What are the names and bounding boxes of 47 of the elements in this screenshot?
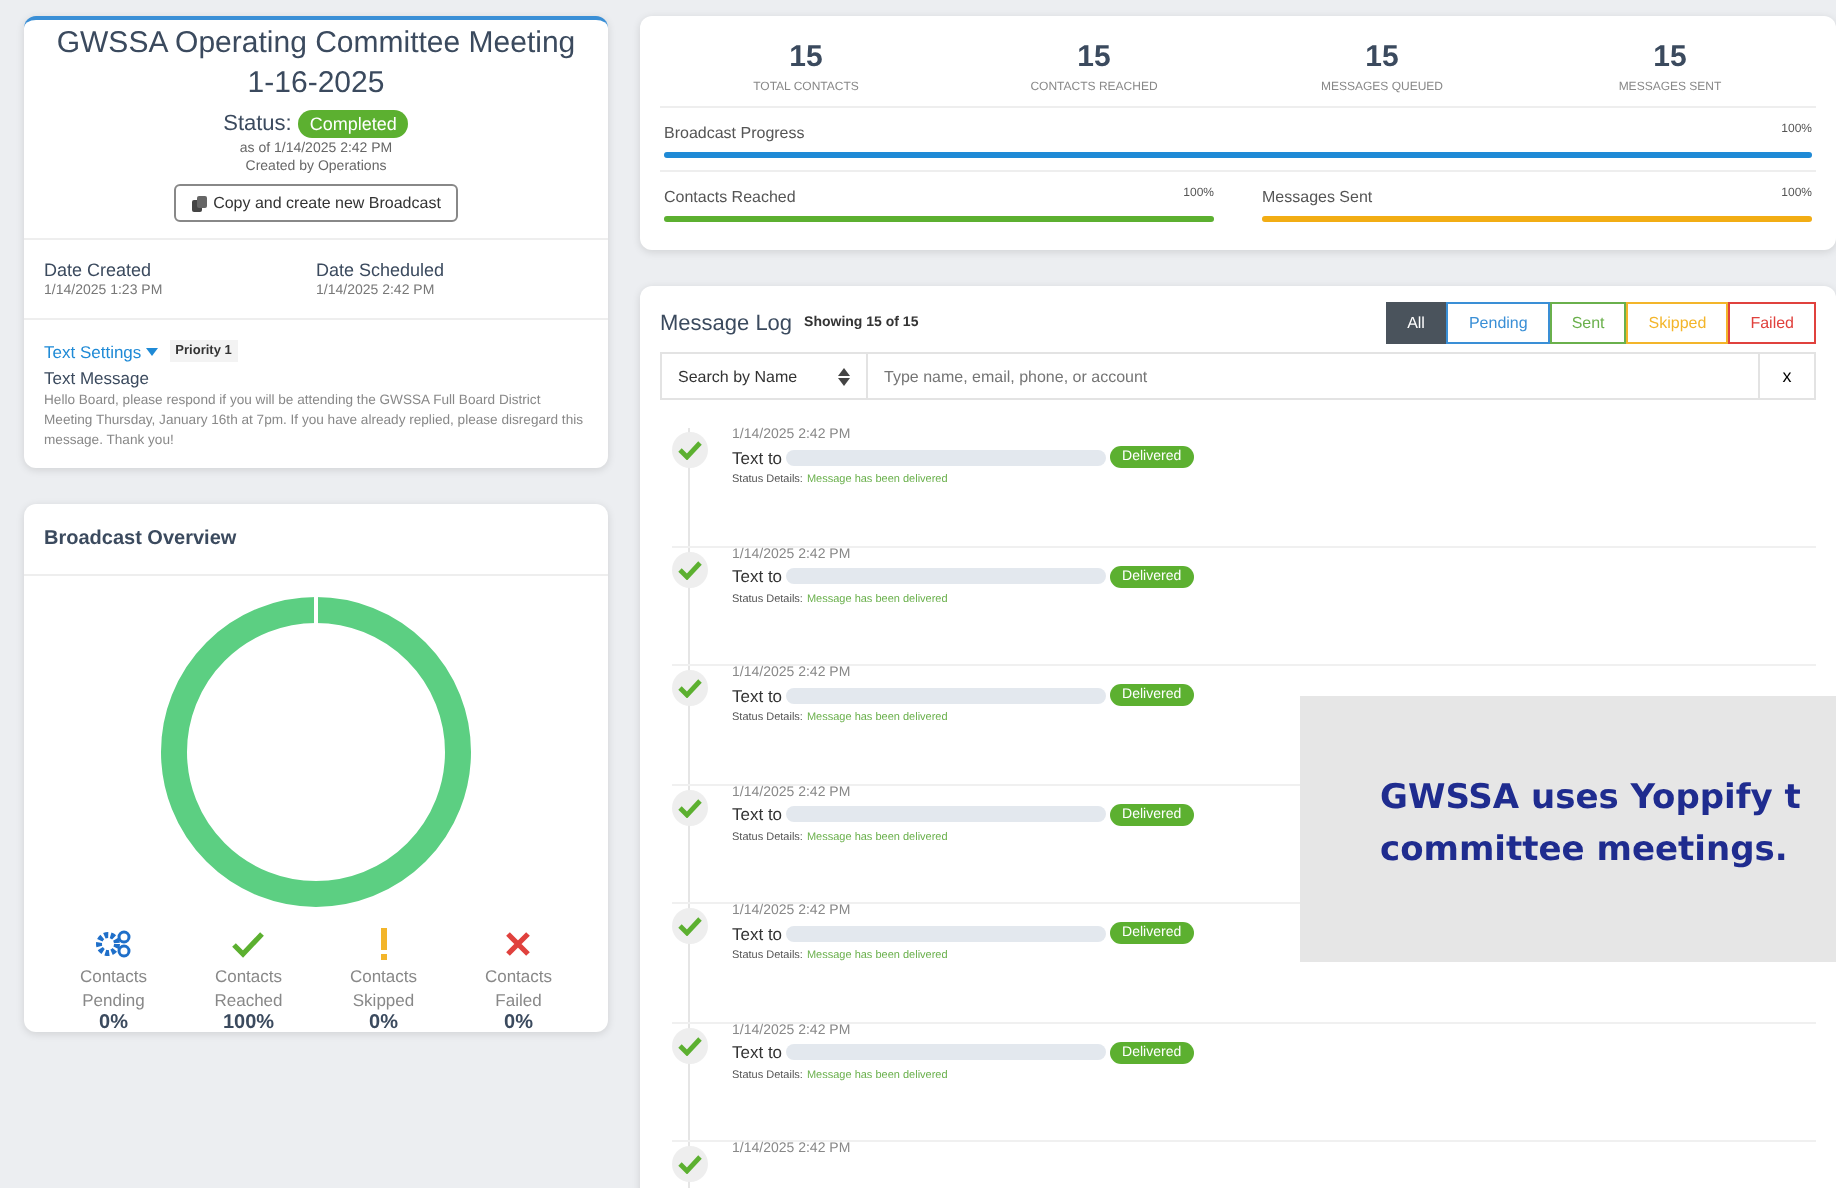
filter-tab[interactable]: Failed	[1728, 302, 1816, 344]
caption-text: committee meetings.	[1380, 828, 1790, 874]
legend-value: 0%	[99, 1012, 128, 1034]
overview-title: Broadcast Overview	[24, 504, 608, 576]
text-settings-link[interactable]: Text Settings	[44, 341, 158, 361]
filter-tab[interactable]: Sent	[1549, 302, 1627, 344]
legend-label: Contacts Reached	[212, 964, 285, 1012]
stat-value: 15	[787, 40, 825, 74]
caption-text: GWSSA uses Yoppify t	[1380, 776, 1803, 822]
legend-value: 0%	[504, 1012, 533, 1034]
message-recipient-label: Text to	[732, 1042, 783, 1062]
progress-label: Messages Sent	[1262, 188, 1373, 206]
sort-arrows-icon	[838, 367, 850, 385]
search-field[interactable]: Type name, email, phone, or account	[868, 352, 1760, 400]
status-badge: Completed	[297, 110, 409, 138]
message-recipient-label: Text to	[732, 447, 783, 467]
caret-icon	[145, 347, 158, 355]
stat-value: 15	[1363, 40, 1401, 74]
legend-value: 100%	[222, 1012, 275, 1034]
legend-label: Contacts Skipped	[347, 964, 420, 1012]
copy-button[interactable]: Copy and create new Broadcast	[173, 184, 459, 222]
date-label: Date Created	[44, 260, 154, 280]
exclamation-icon	[377, 928, 390, 960]
message-label: Text Message	[44, 368, 151, 388]
legend-label: Contacts Failed	[482, 964, 555, 1012]
stat-value: 15	[1651, 40, 1689, 74]
message-recipient-label: Text to	[732, 566, 783, 586]
broadcast-title: GWSSA Operating Committee Meeting 1-16-2025	[54, 24, 578, 104]
gears-icon	[95, 928, 132, 960]
legend-value: 0%	[369, 1012, 398, 1034]
search-type-dropdown[interactable]: Search by Name	[660, 352, 868, 400]
legend-label: Contacts Pending	[77, 964, 150, 1012]
message-log-title: Message Log	[660, 311, 793, 335]
message-recipient-label: Text to	[732, 804, 783, 824]
message-recipient-label: Text to	[732, 685, 783, 705]
filter-tab[interactable]: All	[1385, 302, 1447, 344]
check-icon	[232, 928, 265, 960]
x-icon	[506, 928, 531, 960]
progress-label: Contacts Reached	[664, 188, 796, 206]
stat-value: 15	[1075, 40, 1113, 74]
clear-button[interactable]: x	[1760, 352, 1816, 400]
filter-tab[interactable]: Pending	[1446, 302, 1550, 344]
progress-label: Broadcast Progress	[664, 124, 805, 142]
message-recipient-label: Text to	[732, 923, 783, 943]
date-label: Date Scheduled	[316, 260, 447, 280]
copy-icon	[191, 195, 208, 211]
status-label: Status:	[223, 112, 292, 136]
